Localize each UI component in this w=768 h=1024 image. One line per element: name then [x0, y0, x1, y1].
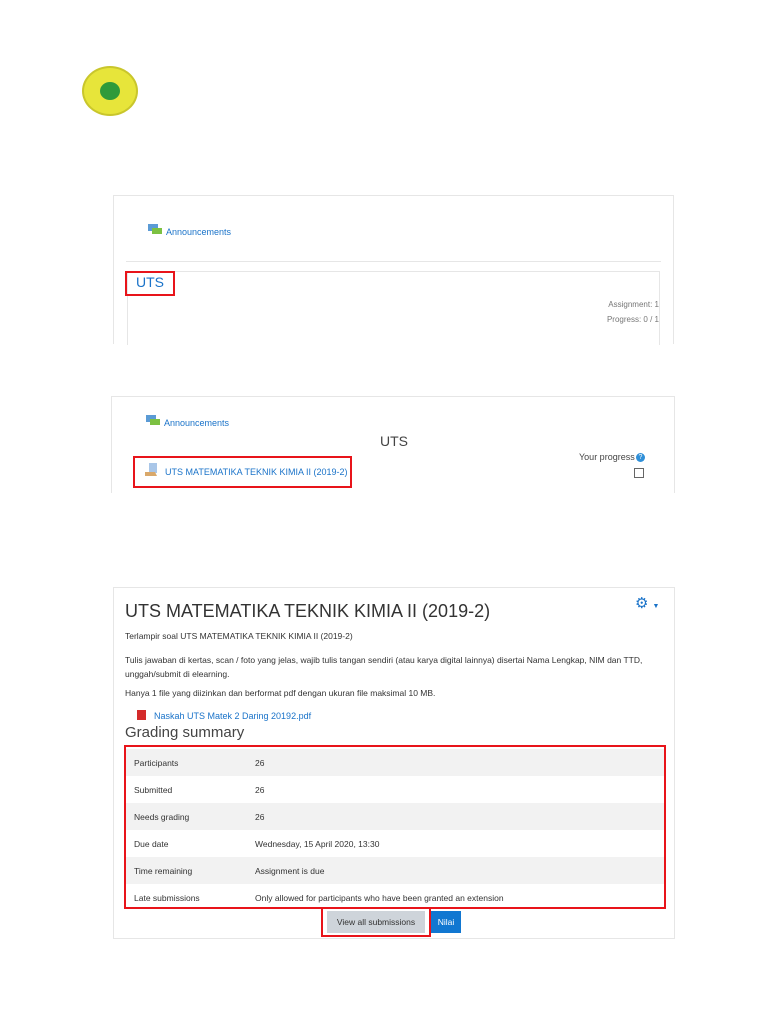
highlight-box [124, 745, 666, 909]
help-icon[interactable]: ? [636, 453, 645, 462]
your-progress-label: Your progress [579, 452, 635, 462]
assignment-panel: UTS MATEMATIKA TEKNIK KIMIA II (2019-2) … [113, 587, 675, 939]
grading-summary-heading: Grading summary [125, 724, 245, 741]
highlight-box [321, 907, 431, 937]
highlight-box [125, 271, 175, 296]
pdf-icon [137, 710, 146, 720]
forum-icon [148, 224, 162, 234]
assignment-title: UTS MATEMATIKA TEKNIK KIMIA II (2019-2) [125, 601, 491, 621]
description-line-1: Terlampir soal UTS MATEMATIKA TEKNIK KIM… [125, 631, 353, 641]
divider [126, 261, 661, 262]
progress-count: Progress: 0 / 1 [606, 315, 659, 324]
section-detail-panel: Announcements UTS UTS MATEMATIKA TEKNIK … [111, 396, 675, 493]
assignment-count: Assignment: 1 [608, 300, 659, 309]
nilai-button[interactable]: Nilai [431, 911, 461, 933]
highlight-box [133, 456, 352, 488]
course-section-panel: Announcements UTS Assignment: 1 Progress… [113, 195, 674, 345]
attached-file-link[interactable]: Naskah UTS Matek 2 Daring 20192.pdf [154, 711, 311, 721]
announcements-link[interactable]: Announcements [166, 227, 231, 237]
description-line-2: Tulis jawaban di kertas, scan / foto yan… [125, 655, 643, 679]
forum-icon [146, 415, 160, 425]
description-line-3: Hanya 1 file yang diizinkan dan berforma… [125, 688, 436, 698]
settings-gear-icon[interactable]: ⚙ ▼ [635, 594, 659, 612]
university-logo [82, 66, 138, 116]
section-box [127, 271, 660, 345]
completion-checkbox[interactable] [634, 468, 644, 478]
section-heading: UTS [380, 433, 408, 449]
announcements-link[interactable]: Announcements [164, 418, 229, 428]
